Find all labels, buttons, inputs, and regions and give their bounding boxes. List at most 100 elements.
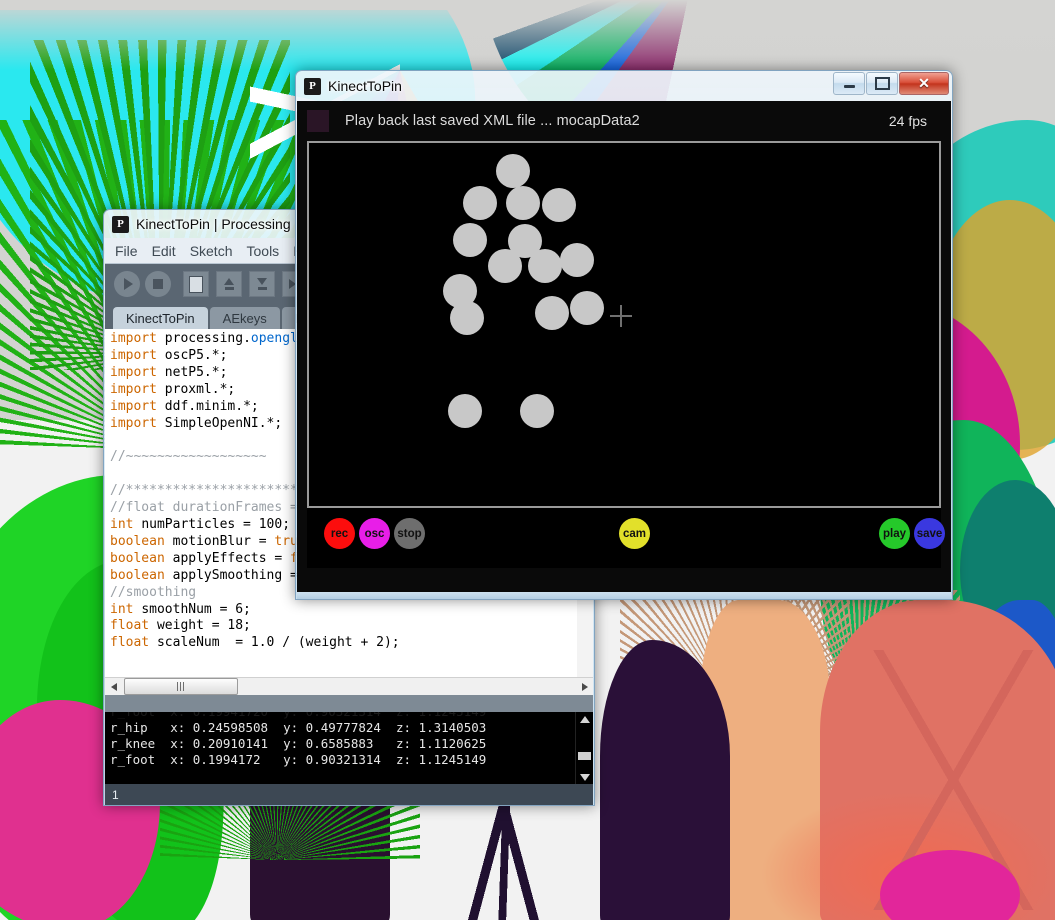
save-button[interactable]: save xyxy=(914,518,945,549)
close-icon[interactable]: ✕ xyxy=(899,72,949,95)
menu-item-edit[interactable]: Edit xyxy=(152,243,176,259)
processing-icon: P xyxy=(112,215,129,233)
cam-button[interactable]: cam xyxy=(619,518,650,549)
scroll-left-icon[interactable] xyxy=(105,678,122,695)
new-icon[interactable] xyxy=(183,271,209,297)
save-icon[interactable] xyxy=(249,271,275,297)
app-title: KinectToPin xyxy=(328,78,402,94)
code-token: proxml.*; xyxy=(164,381,236,397)
code-token: import xyxy=(110,398,165,414)
wallpaper-shape-haze xyxy=(0,0,1055,70)
editor-hscrollbar[interactable] xyxy=(105,677,593,695)
playback-checkbox[interactable] xyxy=(307,110,329,132)
code-token: ddf.minim.*; xyxy=(164,398,259,414)
skeleton-viewport[interactable] xyxy=(307,141,941,508)
code-token: //~~~~~~~~~~~~~~~~~~ xyxy=(110,449,267,465)
code-token: opengl xyxy=(250,331,298,346)
osc-button[interactable]: osc xyxy=(359,518,390,549)
maximize-icon[interactable] xyxy=(866,72,898,95)
fps-counter: 24 fps xyxy=(888,113,927,129)
window-buttons[interactable]: ✕ xyxy=(832,72,949,95)
play-button[interactable]: play xyxy=(879,518,910,549)
console-scroll-track[interactable] xyxy=(578,726,591,770)
code-token: import xyxy=(110,381,165,397)
console-vscrollbar[interactable] xyxy=(575,712,593,784)
skeleton-joint-dot xyxy=(450,301,484,335)
code-token: weight = 18; xyxy=(156,618,251,634)
skeleton-joint-dot xyxy=(506,186,540,220)
tab-kinecttopin[interactable]: KinectToPin xyxy=(113,307,208,330)
stop-button[interactable]: stop xyxy=(394,518,425,549)
code-token: int xyxy=(110,601,142,617)
skeleton-joint-dot xyxy=(570,291,604,325)
open-icon[interactable] xyxy=(216,271,242,297)
code-token: motionBlur = xyxy=(172,533,275,549)
console-output[interactable]: r_foot x: 0.19941720 y: 0.90321314 z: 1.… xyxy=(105,712,593,784)
play-button-label: play xyxy=(882,527,906,540)
kinecttopin-window[interactable]: P KinectToPin ✕ Play back last saved XML… xyxy=(295,70,953,600)
code-token: scaleNum = 1.0 / (weight + 2); xyxy=(156,635,400,651)
skeleton-joint-dot xyxy=(453,223,487,257)
stop-button-label: stop xyxy=(397,527,422,540)
status-text: 1 xyxy=(112,787,119,802)
control-button-bar[interactable]: rec osc stop cam play save xyxy=(307,508,945,568)
code-token: import xyxy=(110,364,165,380)
code-token: boolean xyxy=(110,567,173,583)
cam-button-label: cam xyxy=(622,527,647,540)
console-scroll-up-icon[interactable] xyxy=(577,712,592,726)
stop-icon[interactable] xyxy=(145,271,171,297)
code-token: float xyxy=(110,635,157,651)
skeleton-joint-dot xyxy=(496,154,530,188)
menu-item-sketch[interactable]: Sketch xyxy=(190,243,233,259)
app-body: Play back last saved XML file ... mocapD… xyxy=(297,101,951,599)
playback-label: Play back last saved XML file ... mocapD… xyxy=(345,113,640,129)
app-titlebar[interactable]: P KinectToPin ✕ xyxy=(296,71,952,101)
skeleton-joint-dot xyxy=(448,394,482,428)
console-line: r_knee x: 0.20910141 y: 0.6585883 z: 1.1… xyxy=(110,736,487,751)
code-token: applySmoothing = xyxy=(172,567,306,583)
code-token: float xyxy=(110,618,157,634)
console-scroll-thumb[interactable] xyxy=(578,752,591,760)
code-line: float scaleNum = 1.0 / (weight + 2); xyxy=(110,635,593,652)
console-scroll-down-icon[interactable] xyxy=(577,770,592,784)
code-line: float weight = 18; xyxy=(110,618,593,635)
crosshair-cursor xyxy=(610,305,632,327)
save-button-label: save xyxy=(916,527,943,540)
menu-item-file[interactable]: File xyxy=(115,243,138,259)
code-token: applyEffects = xyxy=(172,550,291,566)
code-token: //************************* xyxy=(110,483,322,499)
code-token: boolean xyxy=(110,533,173,549)
skeleton-joint-dot xyxy=(542,188,576,222)
code-token: netP5.*; xyxy=(164,364,228,380)
code-token: numParticles = 100; xyxy=(141,516,291,532)
tab-aekeys[interactable]: AEkeys xyxy=(209,307,280,330)
code-line: int smoothNum = 6; xyxy=(110,602,593,619)
code-token: int xyxy=(110,516,142,532)
window-bottom-edge xyxy=(297,592,951,599)
console-line: r_hip x: 0.24598508 y: 0.49777824 z: 1.3… xyxy=(110,720,487,735)
skeleton-joint-dot xyxy=(463,186,497,220)
run-icon[interactable] xyxy=(114,271,140,297)
code-token: processing. xyxy=(164,331,251,346)
osc-button-label: osc xyxy=(364,527,385,540)
code-token: smoothNum = 6; xyxy=(141,601,251,617)
ide-divider xyxy=(105,695,593,712)
code-token: import xyxy=(110,331,165,346)
skeleton-joint-dot xyxy=(528,249,562,283)
minimize-icon[interactable] xyxy=(833,72,865,95)
rec-button[interactable]: rec xyxy=(324,518,355,549)
code-token: oscP5.*; xyxy=(164,347,228,363)
ide-title: KinectToPin | Processing xyxy=(136,216,291,232)
ide-statusbar: 1 xyxy=(105,784,593,805)
code-token: boolean xyxy=(110,550,173,566)
console-line: r_foot x: 0.19941720 y: 0.90321314 z: 1.… xyxy=(105,712,593,720)
menu-item-tools[interactable]: Tools xyxy=(247,243,280,259)
scroll-right-icon[interactable] xyxy=(576,678,593,695)
hscrollbar-thumb[interactable] xyxy=(124,678,238,695)
skeleton-joint-dot xyxy=(488,249,522,283)
skeleton-joint-dot xyxy=(520,394,554,428)
skeleton-joint-dot xyxy=(535,296,569,330)
code-token: //float durationFrames = 10 xyxy=(110,500,322,516)
console-text: r_foot x: 0.19941720 y: 0.90321314 z: 1.… xyxy=(105,712,593,768)
code-token: import xyxy=(110,347,165,363)
